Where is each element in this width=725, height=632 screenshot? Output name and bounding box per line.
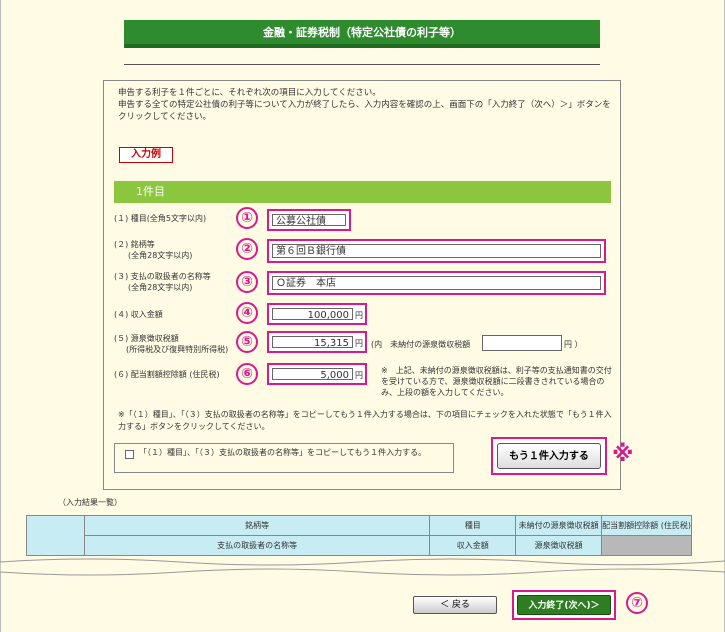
finish-highlight: 入力終了(次へ)＞ — [512, 590, 616, 620]
income-label: (４) 収入金額 — [114, 310, 163, 319]
brand-input[interactable]: 第６回Ｂ銀行債 — [272, 244, 601, 258]
unpaid-note: ※ 上記、未納付の源泉徴収税額は、利子等の支払通知書の交付を受けている方で、源泉… — [381, 366, 612, 397]
back-button[interactable]: ＜ 戻る — [413, 596, 497, 614]
results-kind-header: 種目 — [429, 515, 517, 536]
payer-input[interactable]: Ｏ証券 本店 — [272, 276, 601, 290]
marker-4: ④ — [236, 302, 258, 324]
finish-next-button[interactable]: 入力終了(次へ)＞ — [517, 595, 611, 615]
unpaid-suffix: 円 ） — [564, 340, 583, 349]
brand-label-line2: (全角28文字以内) — [128, 251, 193, 260]
marker-7: ⑦ — [626, 592, 648, 614]
kind-input[interactable]: 公募公社債 — [272, 214, 346, 226]
marker-5: ⑤ — [236, 331, 258, 353]
withholding-unit: 円 — [355, 339, 363, 348]
deduction-input[interactable]: 5,000 — [272, 368, 353, 380]
results-withholding-header: 源泉徴収税額 — [515, 535, 603, 556]
deduction-unit: 円 — [355, 371, 363, 380]
withholding-label: (５) 源泉徴収税額 (所得税及び復興特別所得税) — [114, 333, 228, 355]
payer-highlight: Ｏ証券 本店 — [267, 271, 606, 295]
results-caption: （入力結果一覧） — [58, 498, 122, 507]
results-blank-header — [26, 515, 85, 556]
payer-label-line1: (３) 支払の取扱者の名称等 — [114, 272, 211, 281]
intro-text: 申告する利子を１件ごとに、それぞれ次の項目に入力してください。 申告する全ての特… — [118, 87, 614, 123]
withholding-highlight: 15,315 円 — [267, 331, 367, 353]
marker-3: ③ — [236, 271, 258, 293]
section-heading: 1件目 — [114, 181, 611, 203]
withholding-label-line1: (５) 源泉徴収税額 — [114, 334, 179, 343]
brand-label: (２) 銘柄等 (全角28文字以内) — [114, 239, 192, 261]
unpaid-withholding-input[interactable] — [482, 335, 562, 351]
marker-2: ② — [236, 238, 258, 260]
income-highlight: 100,000 円 — [267, 303, 367, 325]
copy-checkbox[interactable] — [125, 450, 134, 459]
results-unpaid-header: 未納付の源泉徴収税額 — [515, 515, 603, 536]
page-title: 金融・証券税制（特定公社債の利子等） — [124, 20, 600, 48]
copy-checkbox-label: 「（１）種目」、「（３）支払の取扱者の名称等」をコピーしてもう１件入力する。 — [139, 448, 427, 457]
payer-label: (３) 支払の取扱者の名称等 (全角28文字以内) — [114, 271, 211, 293]
brand-label-line1: (２) 銘柄等 — [114, 240, 155, 249]
intro-line-1: 申告する利子を１件ごとに、それぞれ次の項目に入力してください。 — [118, 88, 381, 98]
deduction-label: (６) 配当割額控除額 (住民税) — [114, 370, 220, 379]
kind-highlight: 公募公社債 — [267, 209, 351, 231]
torn-edge-divider — [0, 558, 725, 576]
results-empty-header — [601, 535, 692, 556]
kome-marker: ※ — [612, 442, 634, 467]
unpaid-prefix: (内 未納付の源泉徴収税額 — [371, 340, 471, 349]
marker-1: ① — [236, 207, 258, 229]
withholding-input[interactable]: 15,315 — [272, 336, 353, 348]
intro-line-2: 申告する全ての特定公社債の利子等について入力が終了したら、入力内容を確認の上、画… — [118, 100, 611, 122]
payer-label-line2: (全角28文字以内) — [128, 283, 193, 292]
add-another-button[interactable]: もう１件入力する — [497, 443, 601, 469]
add-another-highlight: もう１件入力する — [491, 437, 607, 475]
results-income-header: 収入金額 — [429, 535, 517, 556]
results-table: 銘柄等 種目 未納付の源泉徴収税額 配当割額控除額 (住民税) 支払の取扱者の名… — [26, 515, 692, 556]
results-deduction-header: 配当割額控除額 (住民税) — [601, 515, 692, 536]
example-button[interactable]: 入力例 — [119, 147, 173, 163]
deduction-highlight: 5,000 円 — [267, 363, 367, 385]
results-brand-header: 銘柄等 — [83, 515, 431, 536]
marker-6: ⑥ — [236, 363, 258, 385]
copy-option: 「（１）種目」、「（３）支払の取扱者の名称等」をコピーしてもう１件入力する。 — [114, 443, 454, 473]
results-payer-header: 支払の取扱者の名称等 — [83, 535, 431, 556]
copy-instruction: ※「（１）種目」、「（３）支払の取扱者の名称等」をコピーしてもう１件入力する場合… — [118, 410, 612, 431]
brand-highlight: 第６回Ｂ銀行債 — [267, 239, 606, 263]
withholding-label-line2: (所得税及び復興特別所得税) — [126, 345, 229, 354]
entry-panel: 申告する利子を１件ごとに、それぞれ次の項目に入力してください。 申告する全ての特… — [103, 80, 621, 490]
income-unit: 円 — [355, 311, 363, 320]
title-divider — [124, 64, 600, 65]
kind-label: (１) 種目(全角5文字以内) — [114, 214, 207, 223]
income-input[interactable]: 100,000 — [272, 308, 353, 320]
